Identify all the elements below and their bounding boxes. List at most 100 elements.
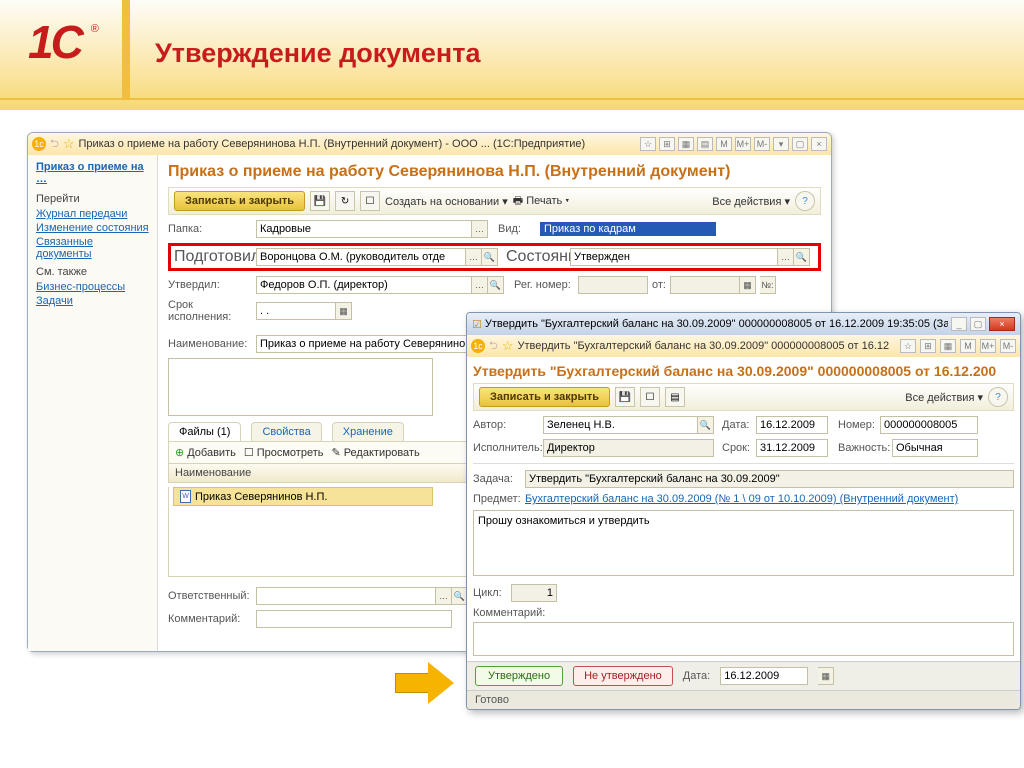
tab-props[interactable]: Свойства [251, 422, 321, 441]
edit-button[interactable]: ✎Редактировать [331, 446, 419, 459]
titlebar-2-outer[interactable]: ☑ Утвердить "Бухгалтерский баланс на 30.… [467, 313, 1020, 335]
favorite-icon[interactable]: ☆ [63, 136, 75, 152]
favorite-icon[interactable]: ☆ [502, 338, 514, 354]
sidebar-item-tasks[interactable]: Задачи [36, 295, 149, 307]
approve-button[interactable]: Утверждено [475, 666, 563, 686]
description-textarea[interactable] [168, 358, 433, 416]
maximize-icon[interactable]: ▢ [792, 137, 808, 151]
pencil-icon: ✎ [331, 446, 340, 459]
memory-m[interactable]: M [716, 137, 732, 151]
all-actions-link[interactable]: Все действия ▾ [712, 195, 790, 208]
state-input[interactable]: Утвержден [570, 248, 778, 266]
print-link[interactable]: 🖶 Печать ▾ [513, 192, 570, 211]
sidebar-item-processes[interactable]: Бизнес-процессы [36, 281, 149, 293]
num-button[interactable]: №: [760, 276, 776, 294]
minimize-icon[interactable]: ▾ [773, 137, 789, 151]
chart-icon[interactable]: ▤ [665, 387, 685, 407]
calendar-icon[interactable]: ▦ [336, 302, 352, 320]
reject-button[interactable]: Не утверждено [573, 666, 673, 686]
type-value-selected[interactable]: Приказ по кадрам [540, 222, 716, 236]
toolbar-btn[interactable]: ☆ [900, 339, 916, 353]
toolbar-btn[interactable]: ▦ [940, 339, 956, 353]
number-label: Номер: [838, 419, 880, 431]
date-input[interactable]: 16.12.2009 [756, 416, 828, 434]
calc-icon[interactable]: ▤ [697, 137, 713, 151]
lookup-icon[interactable]: … [778, 248, 794, 266]
search-icon[interactable]: 🔍 [794, 248, 810, 266]
comment2-textarea[interactable] [473, 622, 1014, 656]
back-icon[interactable]: ⮌ [50, 135, 59, 154]
calendar-icon[interactable]: ▦ [740, 276, 756, 294]
importance-input[interactable]: Обычная [892, 439, 978, 457]
close-icon[interactable]: × [989, 317, 1015, 331]
lookup-icon[interactable]: … [472, 220, 488, 238]
calendar-icon[interactable]: ▦ [818, 667, 834, 685]
subject-link[interactable]: Бухгалтерский баланс на 30.09.2009 (№ 1 … [525, 493, 958, 505]
titlebar-1[interactable]: 1c ⮌ ☆ Приказ о приеме на работу Северян… [28, 133, 831, 155]
doc-icon[interactable]: ☐ [360, 191, 380, 211]
search-icon[interactable]: 🔍 [482, 248, 498, 266]
due-input[interactable]: . . [256, 302, 336, 320]
search-icon[interactable]: 🔍 [698, 416, 714, 434]
help-icon[interactable]: ? [795, 191, 815, 211]
tab-storage[interactable]: Хранение [332, 422, 404, 441]
save-close-button[interactable]: Записать и закрыть [479, 387, 610, 407]
sidebar-item-journal[interactable]: Журнал передачи [36, 208, 149, 220]
toolbar-btn[interactable]: ☆ [640, 137, 656, 151]
add-button[interactable]: ⊕Добавить [175, 446, 236, 459]
footer-date-input[interactable]: 16.12.2009 [720, 667, 808, 685]
number-input[interactable]: 000000008005 [880, 416, 978, 434]
prepared-input[interactable]: Воронцова О.М. (руководитель отде [256, 248, 466, 266]
approved-input[interactable]: Федоров О.П. (директор) [256, 276, 472, 294]
task-footer: Утверждено Не утверждено Дата: 16.12.200… [467, 661, 1020, 690]
sidebar-section-goto: Перейти [36, 193, 149, 205]
refresh-icon[interactable]: ↻ [335, 191, 355, 211]
toolbar-btn[interactable]: ⊞ [659, 137, 675, 151]
task-input[interactable]: Утвердить "Бухгалтерский баланс на 30.09… [525, 470, 1014, 488]
comment-input[interactable] [256, 610, 452, 628]
lookup-icon[interactable]: … [436, 587, 452, 605]
sidebar-item-state[interactable]: Изменение состояния [36, 222, 149, 234]
responsible-input[interactable] [256, 587, 436, 605]
maximize-icon[interactable]: ▢ [970, 317, 986, 331]
toolbar-btn[interactable]: ▦ [678, 137, 694, 151]
search-icon[interactable]: 🔍 [488, 276, 504, 294]
tab-files[interactable]: Файлы (1) [168, 422, 241, 441]
author-input[interactable]: Зеленец Н.В. [543, 416, 698, 434]
memory-mminus[interactable]: M- [1000, 339, 1016, 353]
task-title: Утвердить "Бухгалтерский баланс на 30.09… [473, 363, 1014, 379]
memory-m[interactable]: M [960, 339, 976, 353]
toolbar-btn[interactable]: ⊞ [920, 339, 936, 353]
create-based-link[interactable]: Создать на основании ▾ [385, 195, 508, 208]
cycle-input[interactable]: 1 [511, 584, 557, 602]
titlebar-2-inner[interactable]: 1c ⮌ ☆ Утвердить "Бухгалтерский баланс н… [467, 335, 1020, 357]
body-textarea[interactable]: Прошу ознакомиться и утвердить [473, 510, 1014, 576]
minimize-icon[interactable]: _ [951, 317, 967, 331]
memory-mplus[interactable]: M+ [735, 137, 751, 151]
lookup-icon[interactable]: … [472, 276, 488, 294]
close-icon[interactable]: × [811, 137, 827, 151]
folder-input[interactable]: Кадровые [256, 220, 472, 238]
executor-input[interactable]: Директор [543, 439, 714, 457]
save-icon[interactable]: 💾 [310, 191, 330, 211]
from-date-input[interactable] [670, 276, 740, 294]
view-button[interactable]: ☐Просмотреть [244, 446, 324, 459]
regnum-input[interactable] [578, 276, 648, 294]
due-input[interactable]: 31.12.2009 [756, 439, 828, 457]
sidebar-section-seealso: См. также [36, 266, 149, 278]
file-item[interactable]: W Приказ Северянинов Н.П. [173, 487, 433, 506]
file-icon: W [180, 490, 191, 503]
back-icon[interactable]: ⮌ [489, 337, 498, 356]
importance-label: Важность: [838, 442, 892, 454]
highlighted-row: Подготовил: Воронцова О.М. (руководитель… [168, 243, 821, 271]
save-close-button[interactable]: Записать и закрыть [174, 191, 305, 211]
memory-mplus[interactable]: M+ [980, 339, 996, 353]
memory-mminus[interactable]: M- [754, 137, 770, 151]
sidebar-item-related[interactable]: Связанные документы [36, 236, 149, 260]
save-icon[interactable]: 💾 [615, 387, 635, 407]
all-actions-link[interactable]: Все действия ▾ [905, 391, 983, 404]
misc-icon[interactable]: ☐ [640, 387, 660, 407]
lookup-icon[interactable]: … [466, 248, 482, 266]
sidebar-active[interactable]: Приказ о приеме на … [36, 161, 149, 185]
help-icon[interactable]: ? [988, 387, 1008, 407]
